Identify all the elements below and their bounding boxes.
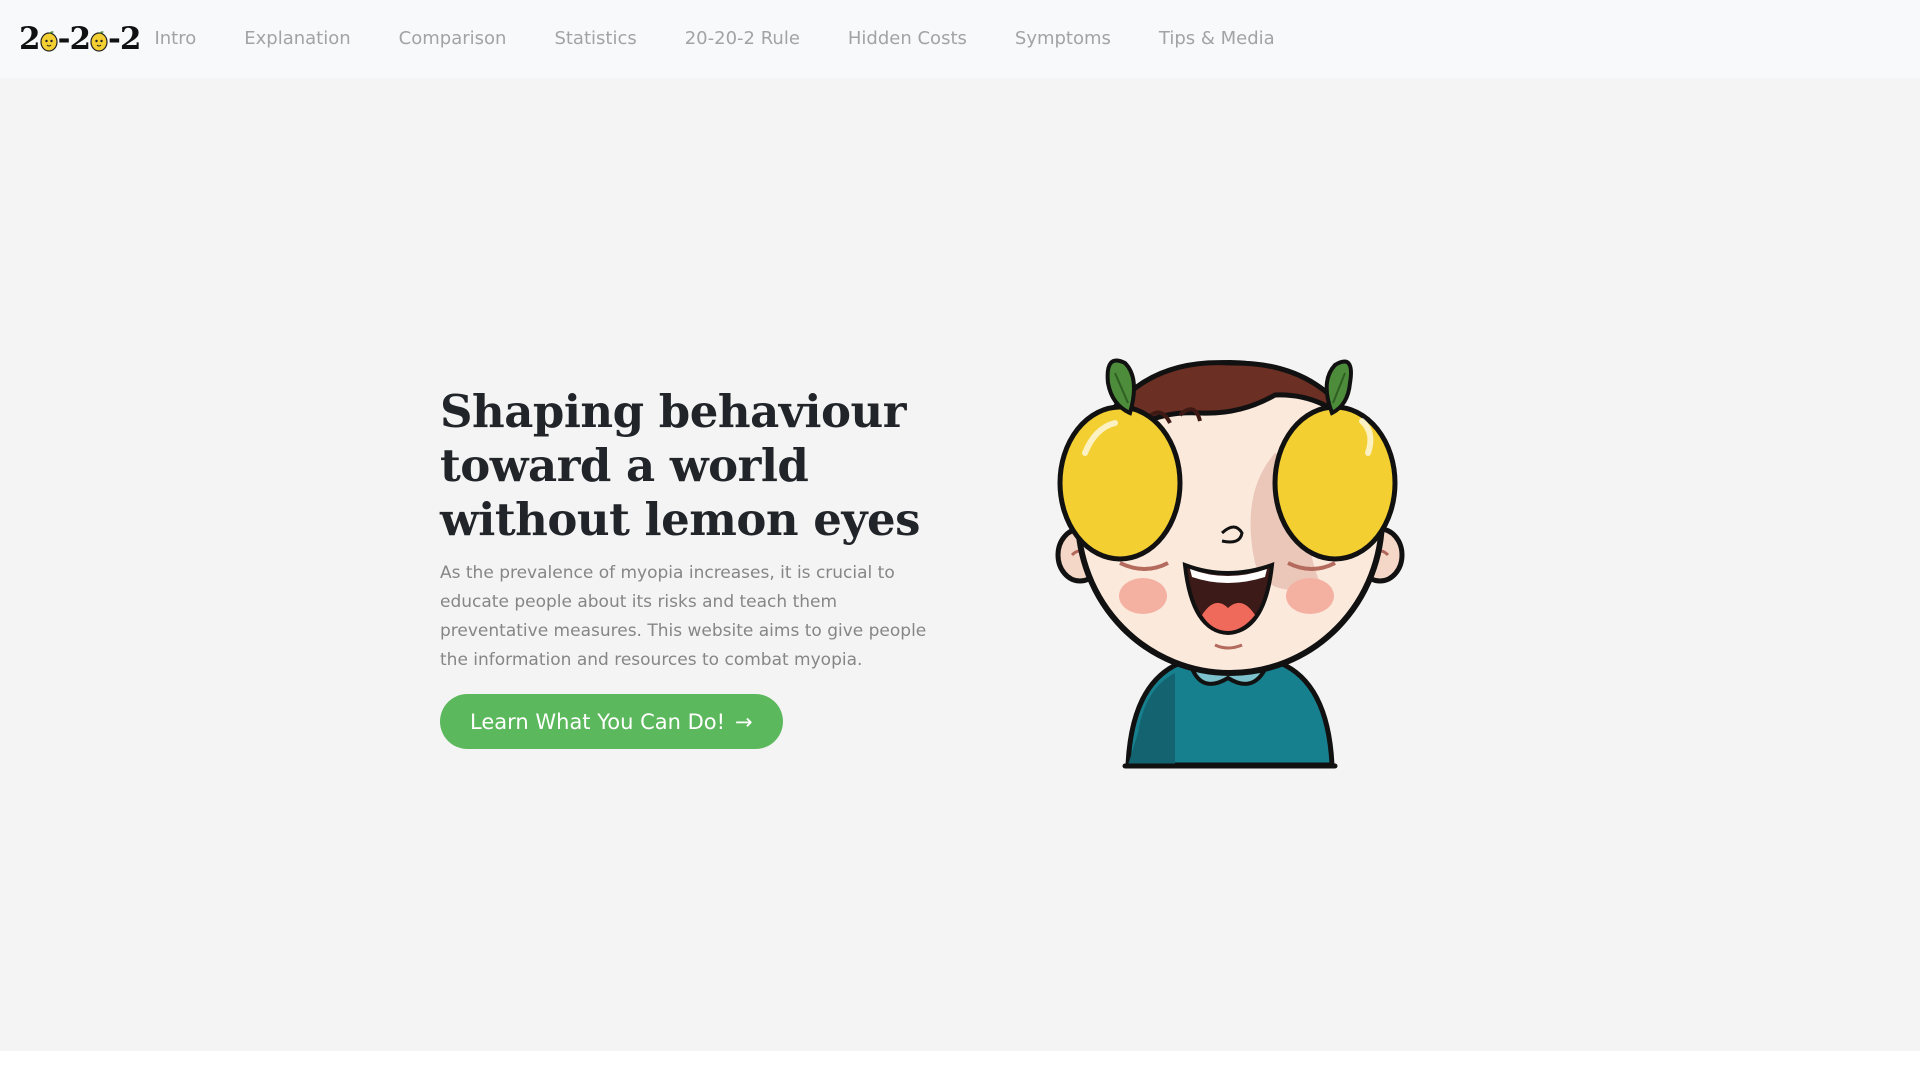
nav-link-explanation[interactable]: Explanation (220, 0, 374, 78)
nav-link-comparison[interactable]: Comparison (375, 0, 531, 78)
brand-text-1: 2 (19, 21, 41, 57)
hero-description: As the prevalence of myopia increases, i… (440, 563, 927, 670)
brand-text-2: -2 (57, 21, 91, 57)
boy-with-lemon-eyes-illustration (1055, 358, 1405, 769)
top-navbar: 2 -2 -2 Intro Explanation Comparison Sta… (0, 0, 1920, 78)
hero-text-block: Shaping behaviour toward a world without… (440, 385, 960, 749)
brand-text-3: -2 (108, 21, 141, 57)
cta-label: Learn What You Can Do! (470, 709, 726, 734)
learn-what-you-can-do-button[interactable]: Learn What You Can Do! → (440, 694, 783, 749)
hero-title: Shaping behaviour toward a world without… (440, 385, 921, 546)
nav-link-hidden-costs[interactable]: Hidden Costs (824, 0, 991, 78)
lemon-icon (39, 31, 58, 52)
arrow-right-icon: → (735, 709, 753, 734)
nav-link-tips-media[interactable]: Tips & Media (1135, 0, 1299, 78)
nav-link-20-20-2-rule[interactable]: 20-20-2 Rule (661, 0, 824, 78)
nav-links: Intro Explanation Comparison Statistics … (154, 0, 1298, 78)
hero-section: Shaping behaviour toward a world without… (0, 78, 1920, 1051)
lemon-icon (90, 31, 108, 52)
nav-link-intro[interactable]: Intro (154, 0, 220, 78)
brand-logo[interactable]: 2 -2 -2 (19, 19, 141, 59)
nav-link-symptoms[interactable]: Symptoms (991, 0, 1135, 78)
nav-link-statistics[interactable]: Statistics (530, 0, 660, 78)
